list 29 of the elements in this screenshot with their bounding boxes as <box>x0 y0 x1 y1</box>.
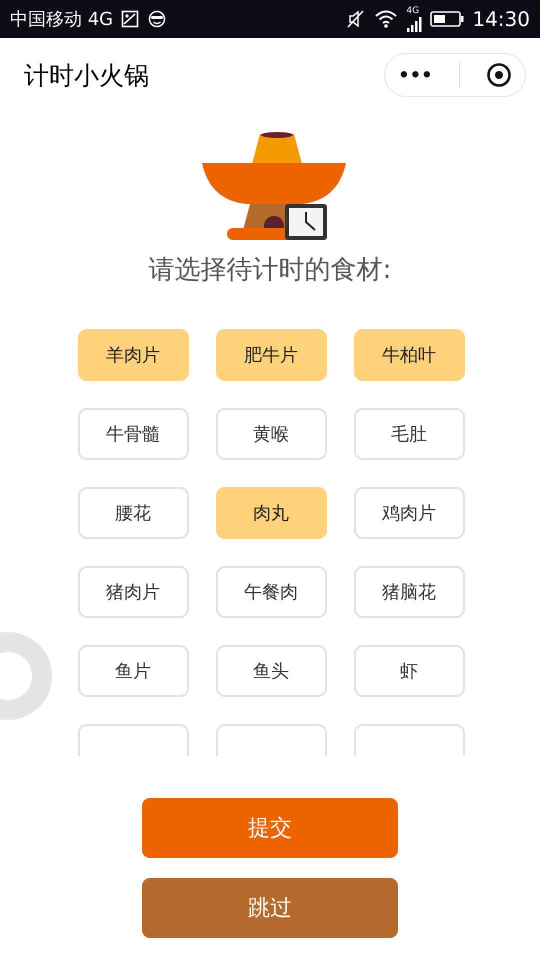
ingredient-chip[interactable]: 虾 <box>354 645 464 697</box>
ingredient-chip[interactable]: 腰花 <box>78 487 188 539</box>
ingredient-chip[interactable]: 肉丸 <box>216 487 326 539</box>
more-button[interactable]: ••• <box>398 64 433 86</box>
ingredient-chip[interactable]: 鱼头 <box>216 645 326 697</box>
ingredient-chip[interactable]: 牛骨髓 <box>78 408 188 460</box>
wifi-icon <box>374 9 398 29</box>
skip-button[interactable]: 跳过 <box>142 878 398 938</box>
carrier-text: 中国移动 4G <box>10 8 114 31</box>
ingredient-chip[interactable]: 猪肉片 <box>78 566 188 618</box>
ingredient-chip[interactable]: 牛柏叶 <box>354 329 464 381</box>
ingredient-chip[interactable]: 黄喉 <box>216 408 326 460</box>
image-icon <box>121 10 140 28</box>
prompt-text: 请选择待计时的食材: <box>148 254 392 287</box>
ingredient-chip[interactable]: 鸡肉片 <box>354 487 464 539</box>
network-type-text: 4G <box>406 6 420 16</box>
ingredient-chip[interactable]: 鱼片 <box>78 645 188 697</box>
ingredient-chip[interactable]: 猪脑花 <box>354 566 464 618</box>
page-title: 计时小火锅 <box>24 60 149 92</box>
signal-icon <box>406 16 422 32</box>
mute-icon <box>346 9 366 29</box>
ingredient-chip[interactable]: 羊肉片 <box>78 329 188 381</box>
battery-icon <box>430 10 464 28</box>
ingredient-chip[interactable]: 毛肚 <box>354 408 464 460</box>
ingredient-chip[interactable]: 午餐肉 <box>216 566 326 618</box>
smiley-icon <box>147 10 168 28</box>
ingredient-chip[interactable]: 肥牛片 <box>216 329 326 381</box>
close-button[interactable] <box>486 62 512 88</box>
clock-text: 14:30 <box>472 7 530 31</box>
